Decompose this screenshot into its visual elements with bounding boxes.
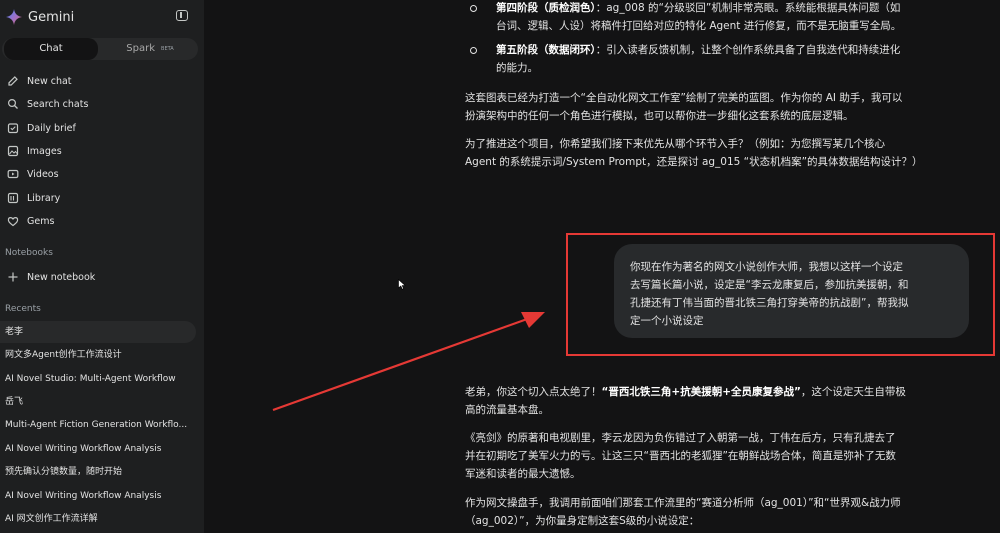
annotation-arrow: [272, 312, 545, 412]
mouse-cursor-icon: [398, 279, 406, 290]
